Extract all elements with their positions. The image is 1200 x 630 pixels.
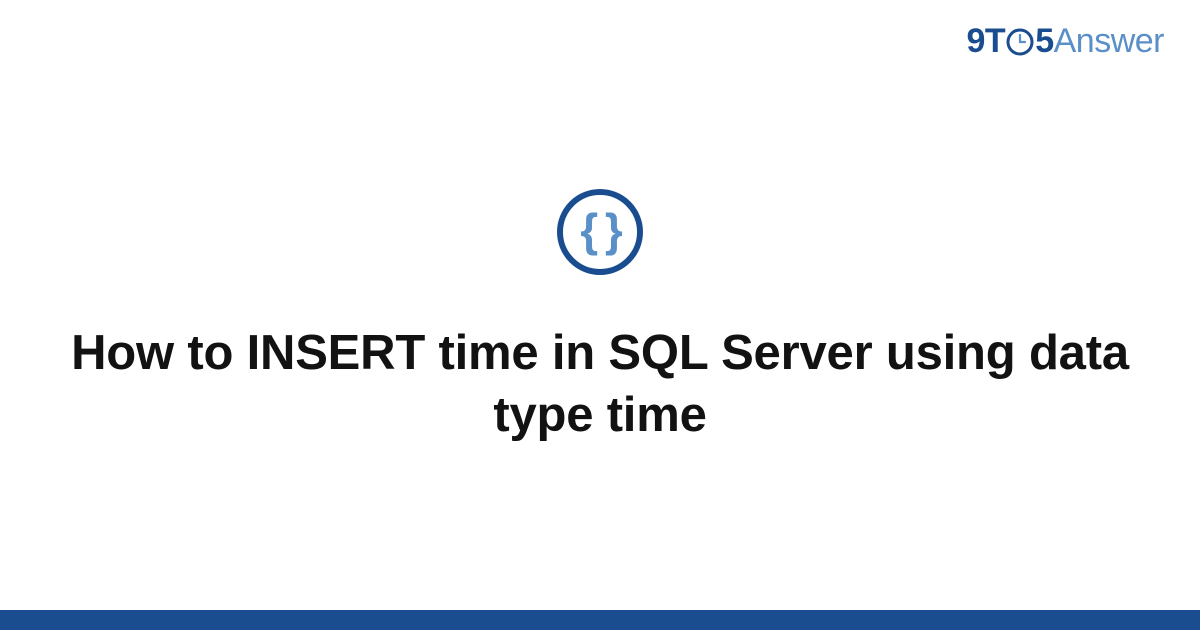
footer-accent-bar bbox=[0, 610, 1200, 630]
topic-badge: { } bbox=[557, 189, 643, 275]
question-title: How to INSERT time in SQL Server using d… bbox=[70, 323, 1130, 446]
main-content: { } How to INSERT time in SQL Server usi… bbox=[0, 0, 1200, 610]
code-braces-icon: { } bbox=[580, 207, 620, 253]
